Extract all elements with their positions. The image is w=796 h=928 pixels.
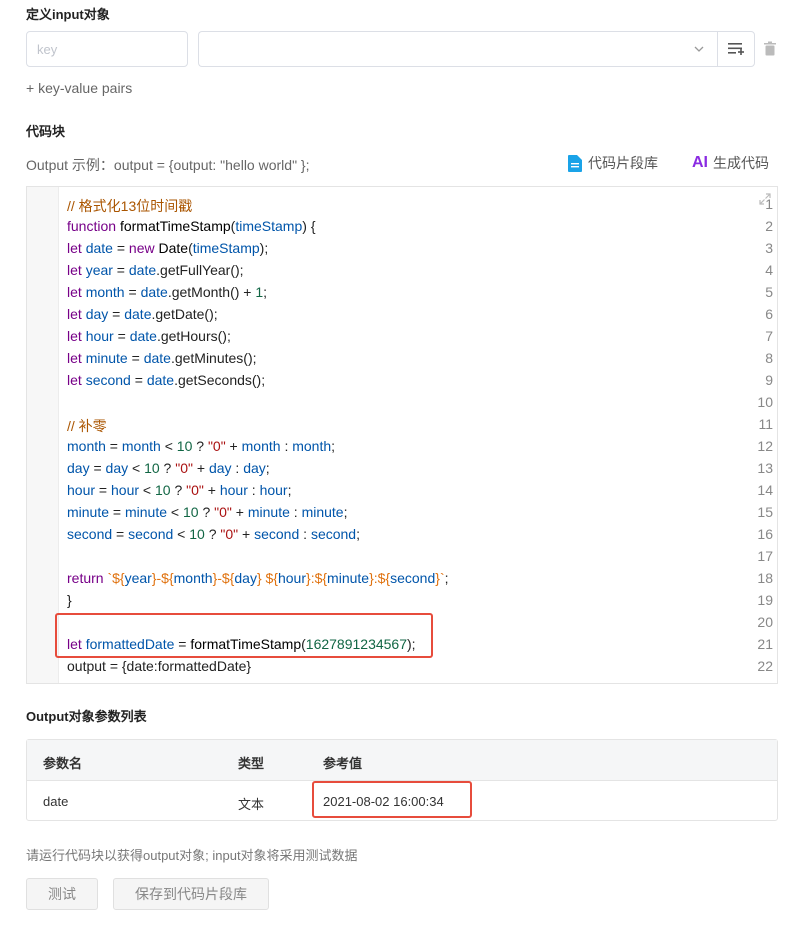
code-line: let date = new Date(timeStamp);: [67, 240, 269, 256]
line-number: 12: [757, 438, 773, 454]
code-line: let minute = date.getMinutes();: [67, 350, 257, 366]
add-key-value-pairs-link[interactable]: + key-value pairs: [26, 80, 132, 96]
line-number: 20: [757, 614, 773, 630]
run-hint-text: 请运行代码块以获得output对象; input对象将采用测试数据: [26, 848, 358, 863]
line-number: 13: [757, 460, 773, 476]
save-to-snippet-library-button[interactable]: 保存到代码片段库: [113, 878, 269, 910]
highlight-box-reference-value: [312, 781, 472, 818]
snippet-library-label: 代码片段库: [588, 155, 658, 171]
code-line: month = month < 10 ? "0" + month : month…: [67, 438, 336, 454]
param-name-cell: date: [43, 794, 69, 809]
line-number: 18: [757, 570, 773, 586]
line-number: 7: [765, 328, 773, 344]
line-number: 14: [757, 482, 773, 498]
line-number: 11: [758, 416, 773, 432]
trash-icon[interactable]: [763, 41, 777, 57]
line-number: 5: [765, 284, 773, 300]
ai-icon: AI: [692, 154, 708, 171]
input-section-title: 定义input对象: [26, 7, 110, 22]
code-line: let second = date.getSeconds();: [67, 372, 266, 388]
expand-icon[interactable]: [759, 193, 771, 205]
line-number: 16: [757, 526, 773, 542]
key-input[interactable]: [26, 31, 188, 67]
code-line: let hour = date.getHours();: [67, 328, 231, 344]
code-editor[interactable]: 1 2 3 4 5 6 7 8 9 10 11 12 13 14 15 16 1…: [26, 186, 778, 684]
code-line: let month = date.getMonth() + 1;: [67, 284, 268, 300]
output-section-title: Output对象参数列表: [26, 709, 147, 724]
line-number: 15: [757, 504, 773, 520]
value-select[interactable]: [198, 31, 718, 67]
line-number: 6: [765, 306, 773, 322]
variable-list-button[interactable]: [717, 31, 755, 67]
code-line: // 格式化13位时间戳: [67, 198, 193, 214]
table-header-row: [27, 740, 777, 781]
code-line: day = day < 10 ? "0" + day : day;: [67, 460, 270, 476]
code-line: }: [67, 592, 72, 608]
ai-generate-label: 生成代码: [713, 155, 769, 171]
test-button[interactable]: 测试: [26, 878, 98, 910]
line-number: 3: [765, 240, 773, 256]
code-section-title: 代码块: [26, 124, 66, 139]
document-icon: [568, 154, 582, 172]
line-number: 10: [757, 394, 773, 410]
chevron-down-icon: [694, 46, 704, 52]
output-example-text: Output 示例：output = {output: "hello world…: [26, 157, 310, 173]
code-line: output = {date:formattedDate}: [67, 658, 252, 674]
code-line: second = second < 10 ? "0" + second : se…: [67, 526, 360, 542]
column-header-type: 类型: [238, 756, 265, 771]
ai-generate-code-link[interactable]: AI 生成代码: [692, 153, 769, 173]
line-number: 2: [765, 218, 773, 234]
line-number: 19: [757, 592, 773, 608]
column-header-param-name: 参数名: [43, 756, 83, 771]
snippet-library-link[interactable]: 代码片段库: [568, 153, 658, 173]
line-number: 22: [757, 658, 773, 674]
code-line: let year = date.getFullYear();: [67, 262, 244, 278]
code-line: minute = minute < 10 ? "0" + minute : mi…: [67, 504, 348, 520]
code-line: hour = hour < 10 ? "0" + hour : hour;: [67, 482, 292, 498]
line-number: 8: [765, 350, 773, 366]
line-number-gutter: [27, 187, 59, 683]
code-line: let day = date.getDate();: [67, 306, 218, 322]
list-add-icon: [728, 43, 744, 55]
code-line: return `${year}-${month}-${day} ${hour}:…: [67, 570, 449, 586]
line-number: 4: [765, 262, 773, 278]
code-line: // 补零: [67, 418, 107, 434]
param-type-cell: 文本: [238, 797, 265, 812]
highlight-box-formatted-date: [55, 613, 433, 658]
code-line: function formatTimeStamp(timeStamp) {: [67, 218, 316, 234]
line-number: 17: [757, 548, 773, 564]
line-number: 21: [757, 636, 773, 652]
line-number: 9: [765, 372, 773, 388]
column-header-reference-value: 参考值: [323, 756, 363, 771]
